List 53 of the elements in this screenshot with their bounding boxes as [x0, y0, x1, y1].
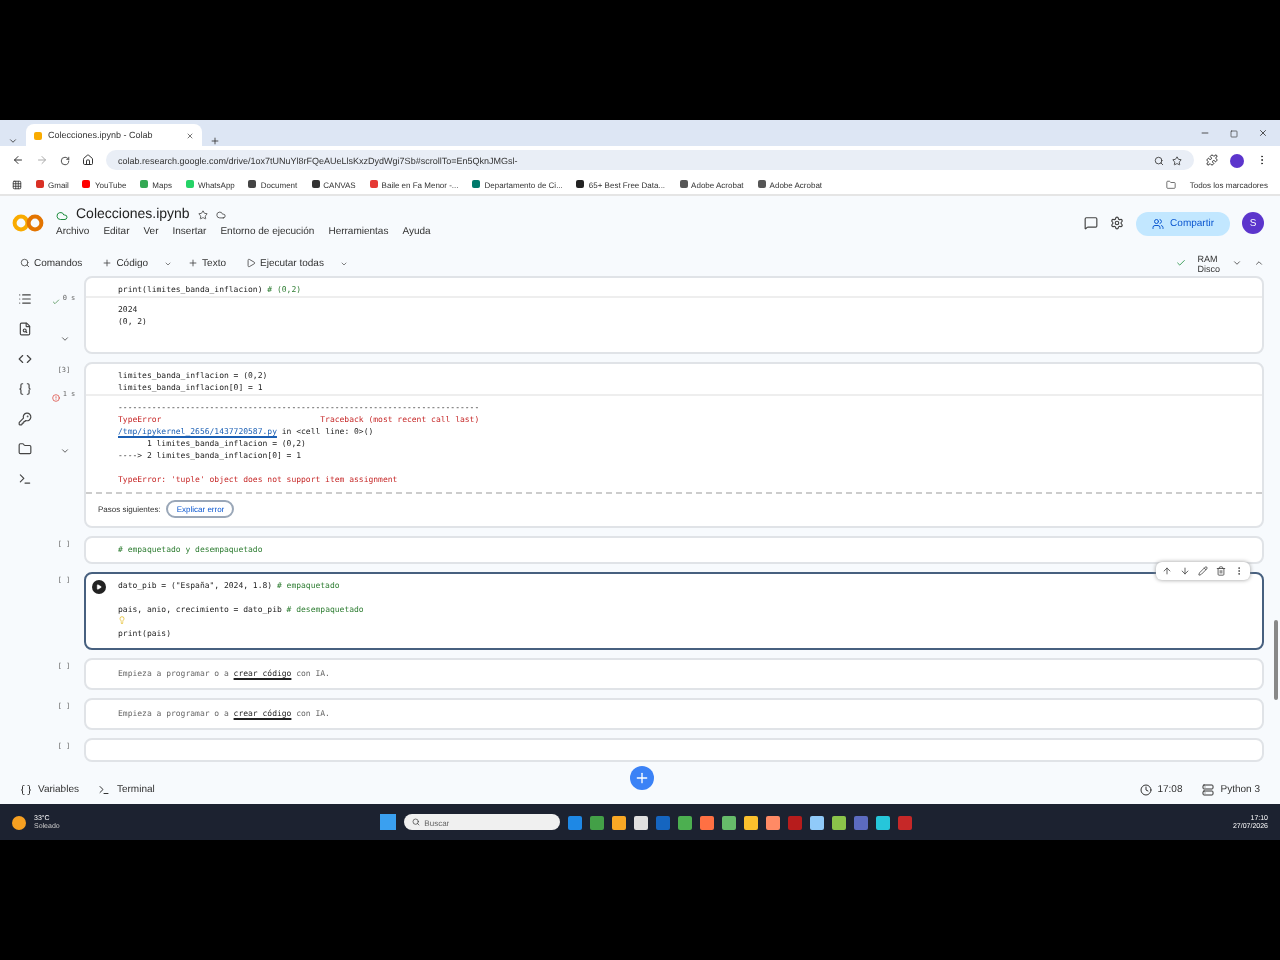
pencil-icon[interactable] — [1198, 566, 1208, 576]
run-icon — [246, 258, 256, 268]
star-icon[interactable] — [197, 210, 208, 220]
logo-icon — [12, 214, 44, 232]
collapse-icon[interactable] — [59, 334, 69, 344]
variables-icon[interactable] — [20, 783, 32, 795]
add-icon — [188, 258, 199, 268]
lightbulb-icon — [118, 616, 126, 624]
profile-avatar[interactable] — [1230, 153, 1244, 167]
comment-icon[interactable] — [1084, 216, 1099, 230]
key-icon[interactable] — [17, 412, 31, 426]
caret-icon[interactable] — [1232, 258, 1242, 268]
check-icon — [52, 298, 61, 306]
back-icon[interactable] — [12, 154, 24, 166]
find-icon[interactable] — [17, 322, 31, 336]
search-icon — [412, 818, 421, 826]
down-icon[interactable] — [1180, 566, 1190, 576]
home-icon[interactable] — [82, 154, 94, 166]
server-icon — [1202, 783, 1215, 795]
star-icon[interactable] — [1172, 155, 1182, 165]
error-icon — [52, 394, 61, 402]
drive-icon — [56, 209, 68, 221]
start-icon[interactable] — [380, 814, 397, 830]
check-icon — [1175, 258, 1186, 268]
extensions-icon[interactable] — [1206, 154, 1218, 166]
tab-list-icon[interactable] — [8, 136, 18, 146]
add-icon — [102, 258, 113, 268]
folder-icon — [1165, 179, 1176, 189]
collapse-icon[interactable] — [59, 446, 69, 456]
add-button[interactable] — [630, 766, 654, 790]
reload-icon[interactable] — [60, 155, 70, 165]
collapse-icon[interactable] — [1254, 258, 1264, 268]
settings-icon[interactable] — [1110, 216, 1125, 230]
code-icon[interactable] — [17, 352, 31, 366]
table-of-contents-icon[interactable] — [17, 292, 31, 306]
zoom-icon — [1154, 155, 1164, 165]
weather-icon — [12, 815, 26, 829]
delete-icon[interactable] — [1216, 566, 1226, 576]
folder-icon[interactable] — [17, 442, 31, 456]
clock-icon — [1139, 783, 1152, 795]
terminal-icon[interactable] — [17, 472, 31, 486]
search-icon — [20, 258, 30, 268]
people-icon — [1152, 217, 1165, 229]
up-icon[interactable] — [1162, 566, 1172, 576]
apps-icon[interactable] — [12, 179, 22, 189]
maximize-icon[interactable] — [1230, 129, 1238, 137]
plus-icon — [634, 770, 650, 786]
scrollbar[interactable] — [1274, 620, 1278, 700]
run-button[interactable] — [92, 580, 106, 594]
cloud-icon — [215, 210, 226, 220]
play-icon — [96, 584, 102, 590]
new-tab-icon[interactable] — [210, 136, 220, 146]
code-cell[interactable] — [84, 738, 1264, 762]
